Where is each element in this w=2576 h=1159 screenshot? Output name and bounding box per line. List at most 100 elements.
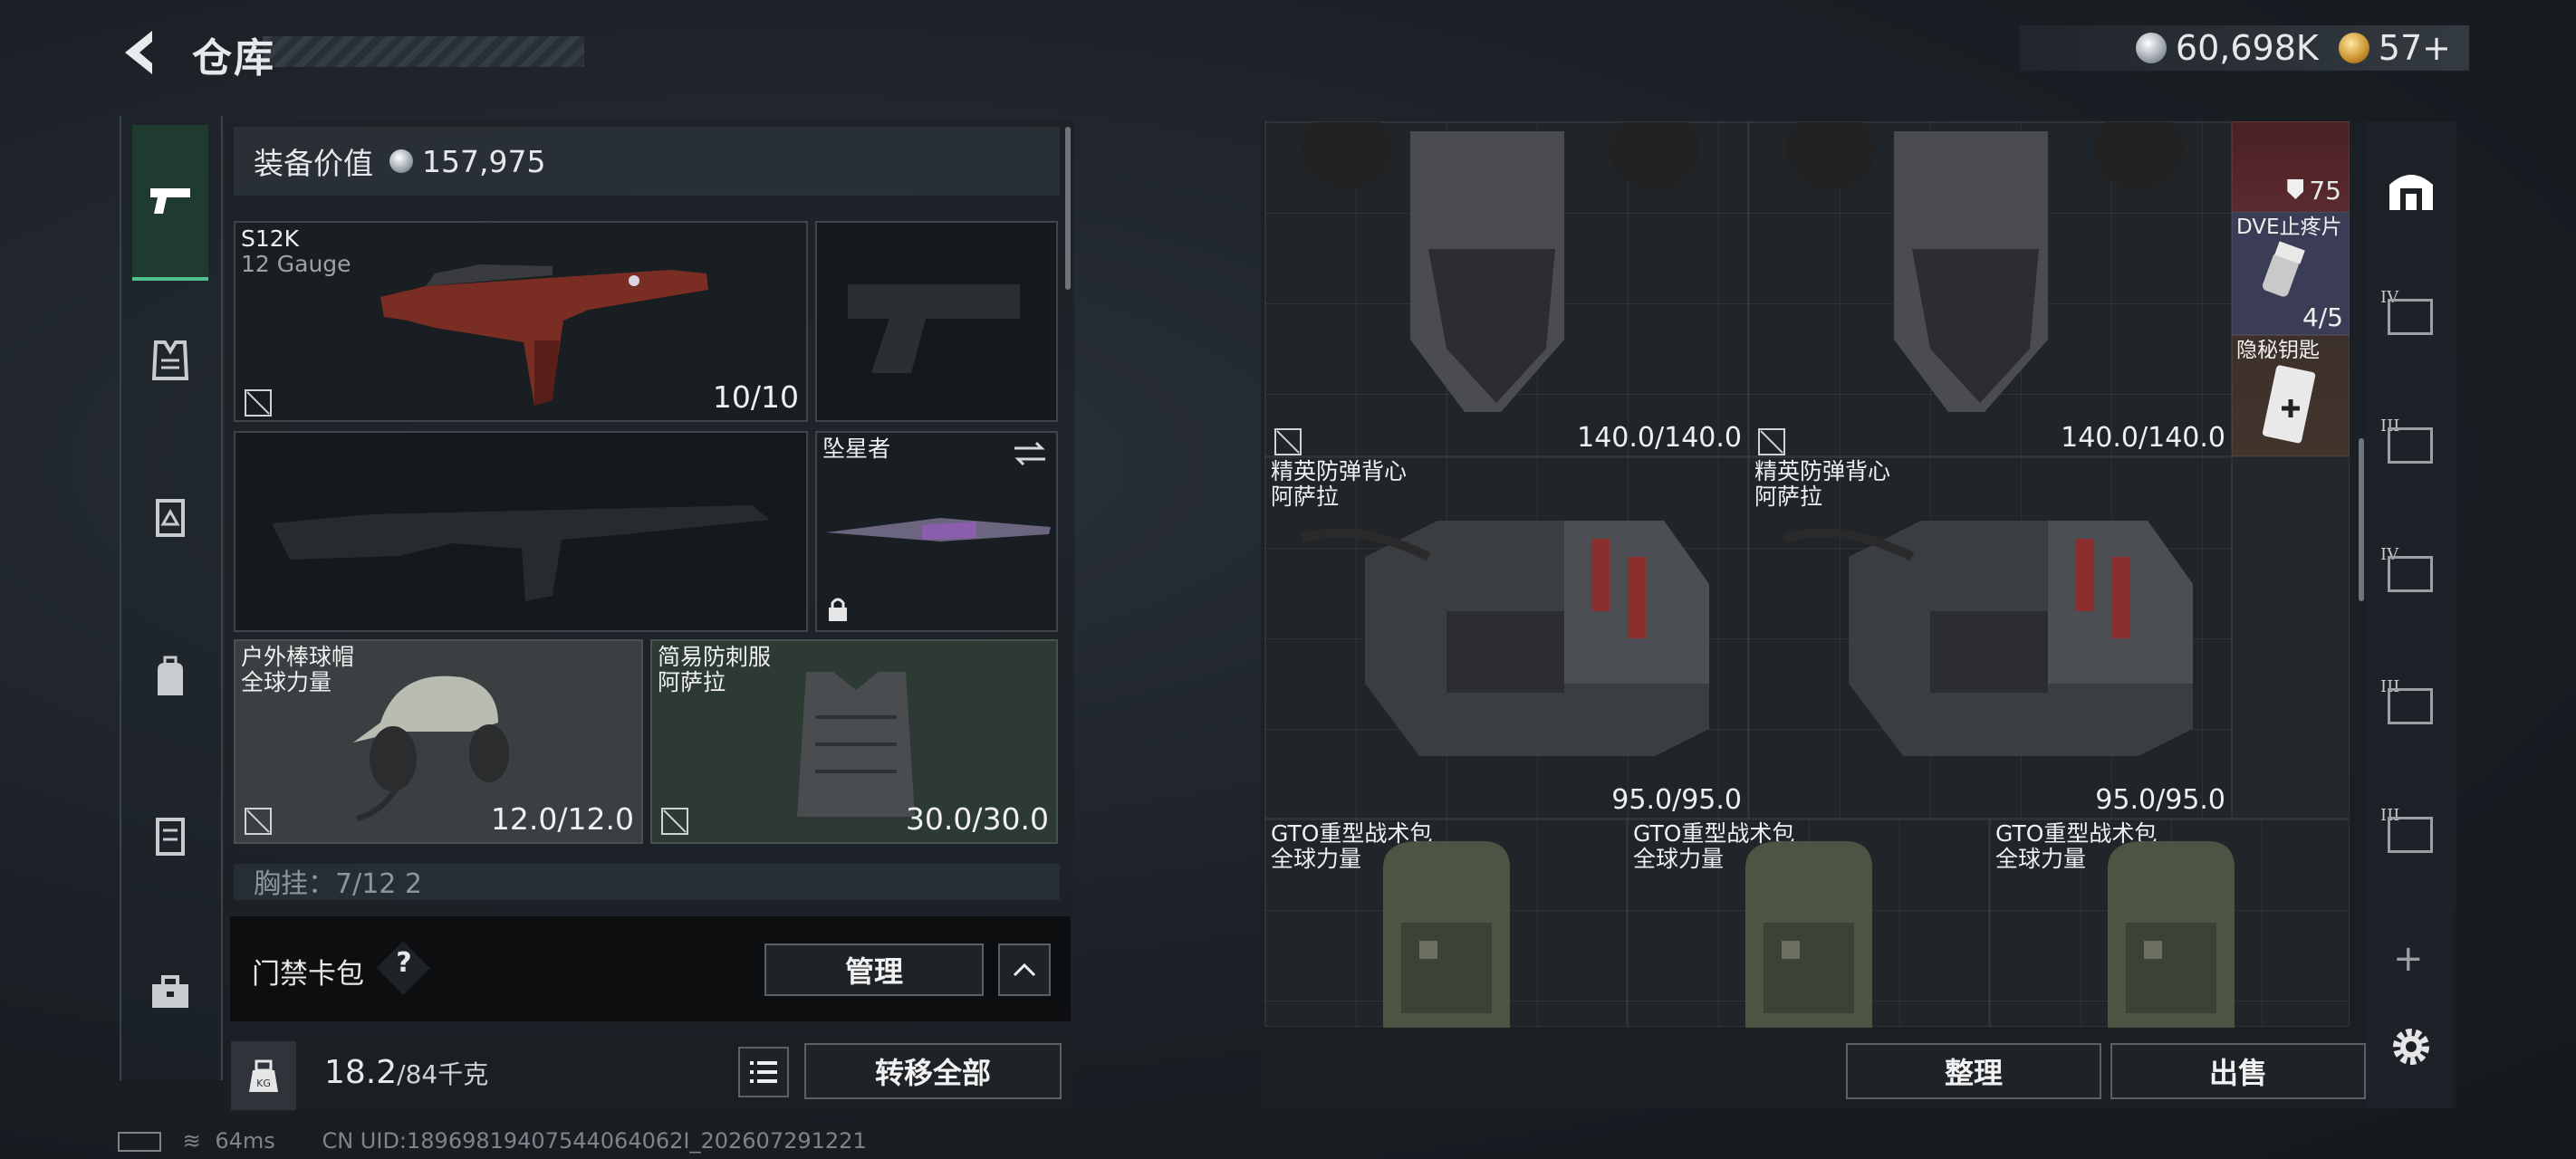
back-button[interactable] — [118, 25, 163, 80]
key-card-image — [2262, 365, 2316, 444]
item-name: DVE止疼片 — [2236, 216, 2342, 239]
toolbox-icon — [152, 975, 188, 1008]
stash-item[interactable]: 140.0/140.0 — [1264, 121, 1748, 456]
backpack-image — [2108, 841, 2235, 1028]
backpack-image — [1383, 841, 1510, 1028]
secondary-weapon-slot[interactable] — [815, 221, 1058, 422]
stash-item[interactable]: 75 — [2232, 121, 2350, 212]
not-insured-icon — [1274, 428, 1302, 455]
transfer-all-button[interactable]: 转移全部 — [804, 1043, 1062, 1099]
armor-crate-icon — [2388, 817, 2433, 853]
weapon-ammo: 10/10 — [712, 379, 799, 415]
shotgun-image — [380, 264, 708, 406]
manage-button[interactable]: 管理 — [764, 943, 984, 996]
knife-image — [826, 518, 1051, 541]
sort-button[interactable]: 整理 — [1846, 1043, 2101, 1099]
sidebar-tab-toolbox[interactable] — [132, 954, 208, 1030]
helmet-slot[interactable]: 户外棒球帽 全球力量 12.0/12.0 — [234, 639, 643, 844]
list-icon — [750, 1061, 777, 1083]
sidebar-tab-vest[interactable] — [132, 322, 208, 398]
armor-icon — [156, 499, 185, 537]
tier-tab[interactable]: III — [2377, 417, 2446, 471]
sell-button[interactable]: 出售 — [2110, 1043, 2366, 1099]
armor-durability: 30.0/30.0 — [905, 801, 1049, 837]
sidebar-tab-armor[interactable] — [132, 480, 208, 556]
kettlebell-icon: KG — [249, 1059, 278, 1092]
empty-cell[interactable] — [2232, 456, 2350, 819]
item-durability: 95.0/95.0 — [1611, 784, 1742, 816]
armor-piece-image — [1785, 122, 2184, 412]
sidebar-tab-weapons[interactable] — [132, 125, 208, 281]
kg-text: KG — [256, 1078, 271, 1089]
swap-icon[interactable] — [1013, 440, 1047, 467]
armor-slot[interactable]: 简易防刺服 阿萨拉 30.0/30.0 — [650, 639, 1058, 844]
sidebar-tab-case[interactable] — [132, 797, 208, 873]
not-insured-icon — [661, 808, 688, 835]
stash-item[interactable]: GTO重型战术包 全球力量 — [1989, 819, 2350, 1028]
vest-image — [1300, 521, 1709, 756]
stash-item[interactable]: GTO重型战术包 全球力量 — [1627, 819, 1989, 1028]
tier-tab[interactable]: III — [2377, 806, 2446, 860]
back-arrow-icon — [125, 31, 152, 74]
tier-tab[interactable]: IV — [2377, 545, 2446, 599]
weapon-caliber: 12 Gauge — [241, 251, 351, 277]
chest-rig-row[interactable]: 胸挂：7/12 2 — [234, 864, 1060, 900]
pistol-icon — [150, 188, 190, 214]
collapse-button[interactable] — [998, 943, 1051, 996]
stash-item-key[interactable]: 隐秘钥匙 — [2232, 335, 2350, 456]
armor-brand: 阿萨拉 — [658, 669, 726, 695]
stash-item[interactable]: 140.0/140.0 — [1748, 121, 2232, 456]
weapon-crate-icon — [2388, 427, 2433, 464]
helmet-brand: 全球力量 — [241, 669, 332, 695]
equipment-value-header: 装备价值 157,975 — [234, 127, 1060, 196]
weight-readout: 18.2/84千克 — [324, 1054, 488, 1091]
item-brand: 全球力量 — [1271, 846, 1362, 872]
armor-class: 75 — [2309, 176, 2341, 206]
weapon-name: S12K — [241, 225, 300, 252]
tier-tab[interactable]: III — [2377, 677, 2446, 732]
list-view-button[interactable] — [738, 1047, 789, 1097]
silver-amount: 60,698K — [2175, 28, 2319, 68]
item-durability: 140.0/140.0 — [1577, 422, 1742, 454]
tier-tab[interactable]: IV — [2377, 288, 2446, 342]
page-title: 仓库 — [192, 35, 275, 81]
item-name: 精英防弹背心 — [1271, 458, 1408, 484]
armor-image — [797, 672, 915, 817]
weight-current: 18.2 — [324, 1054, 398, 1091]
warehouse-icon — [2389, 175, 2433, 210]
gear-icon — [2393, 1029, 2429, 1065]
stash-item[interactable]: 精英防弹背心 阿萨拉 95.0/95.0 — [1264, 456, 1748, 819]
stash-item[interactable]: GTO重型战术包 全球力量 — [1264, 819, 1627, 1028]
not-insured-icon — [1758, 428, 1785, 455]
rifle-slot[interactable] — [234, 431, 808, 632]
melee-slot[interactable]: 坠星者 — [815, 431, 1058, 632]
chevron-up-icon — [1013, 963, 1036, 977]
case-icon — [156, 818, 185, 856]
equipment-scrollbar[interactable] — [1065, 127, 1071, 290]
equipment-value-label: 装备价值 — [254, 146, 373, 181]
crate-icon — [2388, 299, 2433, 335]
armor-class-readout: 75 — [2287, 176, 2341, 206]
settings-button[interactable] — [2388, 1023, 2435, 1074]
wifi-icon: ≋ — [182, 1128, 201, 1154]
stash-item[interactable]: 精英防弹背心 阿萨拉 95.0/95.0 — [1748, 456, 2232, 819]
sidebar-tab-backpack[interactable] — [132, 639, 208, 715]
armor-crate-icon — [2388, 688, 2433, 724]
item-durability: 140.0/140.0 — [2061, 422, 2225, 454]
stash-grid: 140.0/140.0 140.0/140.0 75 DVE止疼片 4/5 隐秘… — [1264, 121, 2350, 1028]
weight-max: /84千克 — [397, 1059, 489, 1089]
not-insured-icon — [245, 808, 272, 835]
add-tab-button[interactable]: + — [2393, 938, 2424, 980]
armor-name: 简易防刺服 — [658, 644, 772, 670]
armor-piece-image — [1302, 122, 1700, 412]
item-brand: 全球力量 — [1995, 846, 2087, 872]
gold-amount[interactable]: 57+ — [2379, 28, 2451, 68]
primary-weapon-slot[interactable]: S12K 12 Gauge 10/10 — [234, 221, 808, 422]
gun-crate-icon — [2388, 556, 2433, 592]
title-decoration — [263, 36, 584, 67]
stash-home-tab[interactable] — [2386, 163, 2437, 217]
helmet-durability: 12.0/12.0 — [490, 801, 634, 837]
silver-coin-icon — [2135, 33, 2167, 63]
stash-scrollbar[interactable] — [2359, 438, 2364, 601]
stash-item-painkiller[interactable]: DVE止疼片 4/5 — [2232, 212, 2350, 335]
